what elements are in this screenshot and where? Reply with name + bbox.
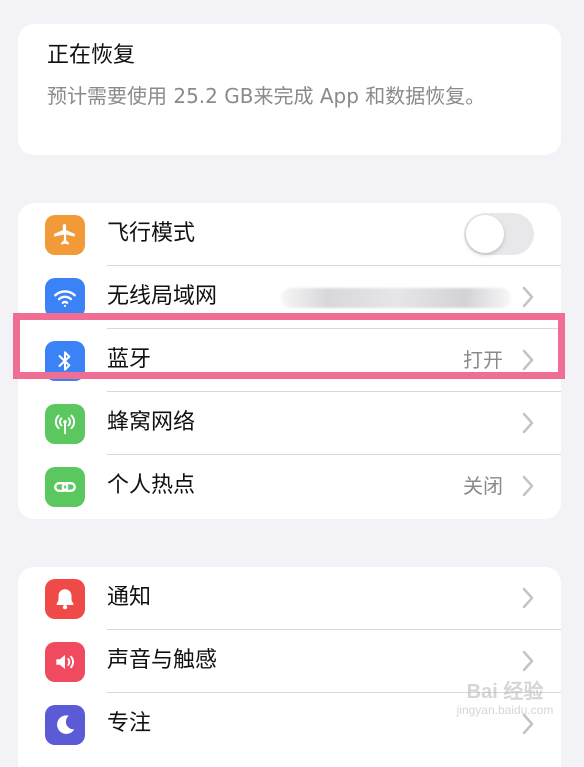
chevron-right-icon [522,587,534,609]
baidu-jingyan-watermark: Bai 经验 jingyan.baidu.com [456,681,554,717]
moon-icon [45,705,85,745]
restore-description: 预计需要使用 25.2 GB来完成 App 和数据恢复。 [47,84,486,108]
restore-title: 正在恢复 [47,43,136,68]
settings-row-label: 个人热点 [107,473,196,498]
chevron-right-icon [522,650,534,672]
airplane-mode-toggle[interactable] [464,213,534,255]
settings-row-label: 蜂窝网络 [107,410,196,435]
notification-icon [45,579,85,619]
settings-row-bluetooth[interactable]: 蓝牙 打开 [18,329,561,392]
settings-row-airplane-mode: 飞行模式 [18,203,561,266]
chevron-right-icon [522,349,534,371]
chevron-right-icon [522,412,534,434]
airplane-icon [45,215,85,255]
system-settings-group: 通知 声音与触感 专注 [18,567,561,767]
settings-row-notifications[interactable]: 通知 [18,567,561,630]
settings-row-label: 蓝牙 [107,347,152,372]
watermark-main-text: Bai 经验 [466,681,544,703]
wifi-icon [45,278,85,318]
settings-row-label: 通知 [107,585,152,610]
settings-row-label: 飞行模式 [107,221,196,246]
settings-row-label: 声音与触感 [107,648,218,673]
settings-row-cellular[interactable]: 蜂窝网络 [18,392,561,455]
bluetooth-icon [45,341,85,381]
chevron-right-icon [522,286,534,308]
watermark-sub-text: jingyan.baidu.com [456,703,554,717]
cellular-icon [45,404,85,444]
settings-row-wifi[interactable]: 无线局域网 [18,266,561,329]
bluetooth-status-value: 打开 [463,348,503,372]
hotspot-icon [45,467,85,507]
chevron-right-icon [522,475,534,497]
settings-row-label: 专注 [107,711,152,736]
obscured-network-name [281,288,511,308]
sound-icon [45,642,85,682]
restore-status-card: 正在恢复 预计需要使用 25.2 GB来完成 App 和数据恢复。 [18,24,561,155]
connectivity-settings-group: 飞行模式 无线局域网 蓝牙 打开 蜂窝网络 个人热点 关闭 [18,203,561,519]
hotspot-status-value: 关闭 [463,474,503,498]
settings-row-personal-hotspot[interactable]: 个人热点 关闭 [18,455,561,518]
settings-row-label: 无线局域网 [107,284,218,309]
toggle-knob [466,215,504,253]
